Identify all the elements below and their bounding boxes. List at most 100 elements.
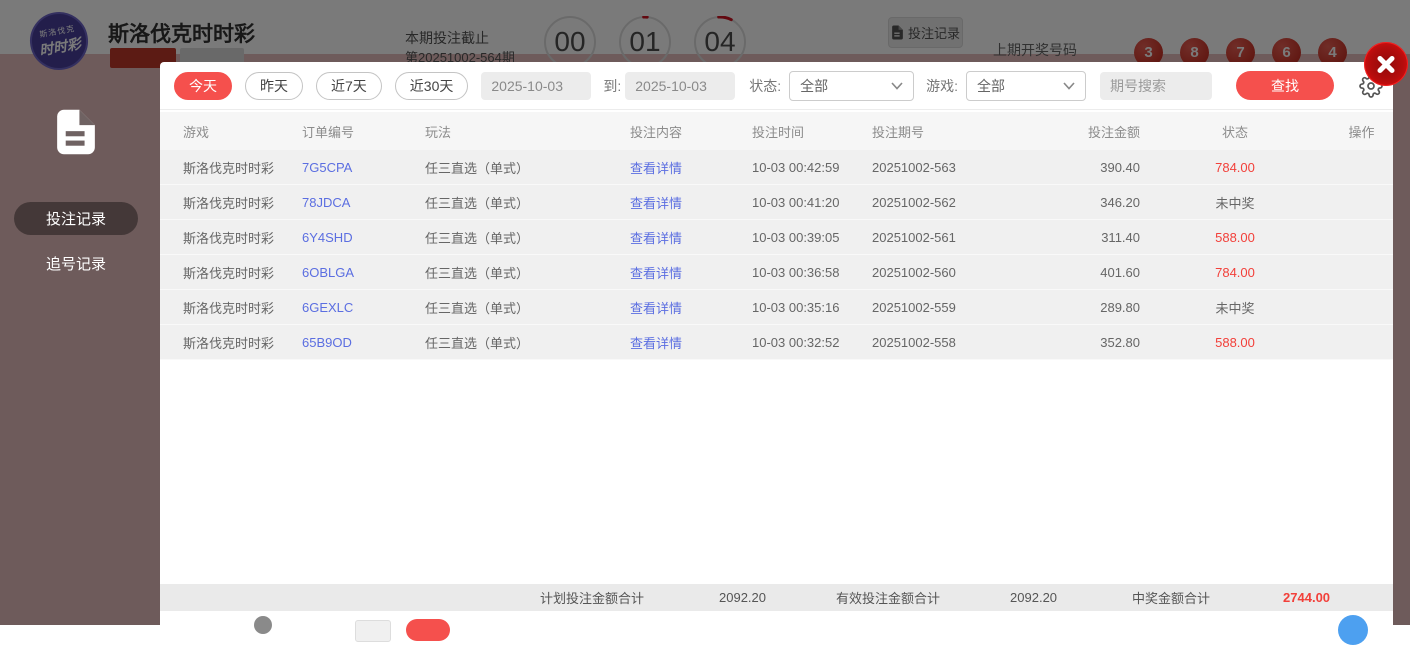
bet-issue-cell: 20251002-558 — [872, 334, 956, 350]
bet-amount-cell: 352.80 — [1100, 334, 1140, 350]
bet-issue-cell: 20251002-562 — [872, 194, 956, 210]
bet-issue-cell: 20251002-563 — [872, 159, 956, 175]
chevron-down-icon — [891, 81, 903, 90]
pagination-refresh-icon[interactable] — [254, 616, 272, 634]
table-row: 斯洛伐克时时彩 65B9OD 任三直选（单式） 查看详情 10-03 00:32:52 2… — [160, 325, 1393, 360]
close-icon[interactable] — [1364, 42, 1408, 86]
game-select-value: 全部 — [977, 77, 1006, 94]
bet-time-cell: 10-03 00:35:16 — [752, 299, 840, 315]
support-float-button[interactable] — [1338, 615, 1368, 645]
quick-date-filters: 今天 昨天 近7天 近30天 — [174, 71, 481, 100]
bet-time-cell: 10-03 00:36:58 — [752, 264, 840, 280]
bet-records-modal: 今天昨天近7天近30天 到: 状态: 全部 游戏: 全部 查找 游戏 订单编号 玩法… — [160, 62, 1393, 645]
column-header: 投注内容 — [630, 124, 683, 140]
filter-bar: 今天昨天近7天近30天 到: 状态: 全部 游戏: 全部 查找 — [160, 62, 1393, 110]
game-cell: 斯洛伐克时时彩 — [183, 230, 275, 246]
valid-total-label: 有效投注金额合计 — [836, 591, 941, 606]
play-type-cell: 任三直选（单式） — [425, 160, 530, 176]
bet-issue-cell: 20251002-561 — [872, 229, 956, 245]
view-detail-link[interactable]: 查看详情 — [630, 333, 752, 352]
chevron-down-icon — [1063, 81, 1075, 90]
view-detail-link[interactable]: 查看详情 — [630, 263, 752, 282]
play-type-cell: 任三直选（单式） — [425, 335, 530, 351]
search-button[interactable]: 查找 — [1236, 71, 1335, 100]
table-row: 斯洛伐克时时彩 78JDCA 任三直选（单式） 查看详情 10-03 00:41:20 2… — [160, 185, 1393, 220]
date-to-label: 到: — [603, 77, 622, 94]
play-type-cell: 任三直选（单式） — [425, 195, 530, 211]
bet-issue-cell: 20251002-560 — [872, 264, 956, 280]
win-total-value: 2744.00 — [1283, 590, 1331, 605]
status-cell: 784.00 — [1215, 264, 1255, 280]
table-row: 斯洛伐克时时彩 6GEXLC 任三直选（单式） 查看详情 10-03 00:35:16 2… — [160, 290, 1393, 325]
status-label: 状态: — [749, 77, 782, 94]
date-from-input[interactable] — [481, 71, 592, 100]
order-number-link[interactable]: 6OBLGA — [302, 265, 425, 280]
bet-amount-cell: 346.20 — [1100, 194, 1140, 210]
play-type-cell: 任三直选（单式） — [425, 265, 530, 281]
date-to-input[interactable] — [625, 71, 736, 100]
column-header: 游戏 — [183, 124, 210, 140]
table-row: 斯洛伐克时时彩 6OBLGA 任三直选（单式） 查看详情 10-03 00:36:58 2… — [160, 255, 1393, 290]
game-cell: 斯洛伐克时时彩 — [183, 195, 275, 211]
view-detail-link[interactable]: 查看详情 — [630, 193, 752, 212]
sidebar-item-bet-records[interactable]: 投注记录 — [14, 202, 138, 235]
play-type-cell: 任三直选（单式） — [425, 230, 530, 246]
game-cell: 斯洛伐克时时彩 — [183, 300, 275, 316]
plan-total-label: 计划投注金额合计 — [540, 591, 645, 606]
plan-total-value: 2092.20 — [719, 590, 767, 605]
view-detail-link[interactable]: 查看详情 — [630, 158, 752, 177]
quick-filter-today[interactable]: 今天 — [174, 71, 232, 100]
valid-total-value: 2092.20 — [1010, 590, 1058, 605]
game-select[interactable]: 全部 — [966, 70, 1087, 101]
issue-search-input[interactable] — [1100, 71, 1213, 100]
quick-filter-yesterday[interactable]: 昨天 — [245, 71, 303, 100]
order-number-link[interactable]: 6Y4SHD — [302, 230, 425, 245]
table-header-row: 游戏 订单编号 玩法 投注内容 投注时间 投注期号 投注金额 状态 操作 — [160, 112, 1393, 150]
quick-filter-7days[interactable]: 近7天 — [316, 71, 382, 100]
game-cell: 斯洛伐克时时彩 — [183, 265, 275, 281]
bet-time-cell: 10-03 00:41:20 — [752, 194, 840, 210]
column-header: 玩法 — [425, 124, 452, 140]
bet-amount-cell: 401.60 — [1100, 264, 1140, 280]
order-number-link[interactable]: 6GEXLC — [302, 300, 425, 315]
status-select[interactable]: 全部 — [789, 70, 915, 101]
column-header: 状态 — [1221, 124, 1248, 140]
win-total-label: 中奖金额合计 — [1132, 591, 1211, 606]
game-label: 游戏: — [926, 77, 959, 94]
table-body: 斯洛伐克时时彩 7G5CPA 任三直选（单式） 查看详情 10-03 00:42:59 2… — [160, 150, 1393, 360]
bet-amount-cell: 289.80 — [1100, 299, 1140, 315]
status-cell: 588.00 — [1215, 229, 1255, 245]
modal-sidebar: 投注记录 追号记录 — [0, 62, 160, 625]
sidebar-item-chase-records[interactable]: 追号记录 — [14, 247, 138, 280]
quick-filter-30days[interactable]: 近30天 — [394, 71, 469, 100]
column-header: 订单编号 — [302, 124, 355, 140]
records-document-icon — [57, 109, 95, 155]
view-detail-link[interactable]: 查看详情 — [630, 298, 752, 317]
bet-amount-cell: 390.40 — [1100, 159, 1140, 175]
bet-time-cell: 10-03 00:39:05 — [752, 229, 840, 245]
table-row: 斯洛伐克时时彩 7G5CPA 任三直选（单式） 查看详情 10-03 00:42:59 2… — [160, 150, 1393, 185]
pagination-page-input[interactable] — [355, 620, 391, 642]
game-cell: 斯洛伐克时时彩 — [183, 335, 275, 351]
order-number-link[interactable]: 7G5CPA — [302, 160, 425, 175]
bet-issue-cell: 20251002-559 — [872, 299, 956, 315]
status-select-value: 全部 — [800, 77, 829, 94]
bet-time-cell: 10-03 00:32:52 — [752, 334, 840, 350]
status-cell: 未中奖 — [1215, 195, 1255, 211]
bet-amount-cell: 311.40 — [1101, 229, 1140, 245]
play-type-cell: 任三直选（单式） — [425, 300, 530, 316]
order-number-link[interactable]: 78JDCA — [302, 195, 425, 210]
view-detail-link[interactable]: 查看详情 — [630, 228, 752, 247]
order-number-link[interactable]: 65B9OD — [302, 335, 425, 350]
table-row: 斯洛伐克时时彩 6Y4SHD 任三直选（单式） 查看详情 10-03 00:39:05 2… — [160, 220, 1393, 255]
pagination-go-button[interactable] — [406, 619, 450, 641]
game-cell: 斯洛伐克时时彩 — [183, 160, 275, 176]
bet-time-cell: 10-03 00:42:59 — [752, 159, 840, 175]
status-cell: 未中奖 — [1215, 300, 1255, 316]
column-header: 投注金额 — [1087, 124, 1140, 140]
column-header: 投注时间 — [752, 124, 805, 140]
column-header: 投注期号 — [872, 124, 925, 140]
status-cell: 784.00 — [1215, 159, 1255, 175]
summary-bar: 计划投注金额合计 2092.20 有效投注金额合计 2092.20 中奖金额合计… — [160, 584, 1393, 611]
bet-records-table: 游戏 订单编号 玩法 投注内容 投注时间 投注期号 投注金额 状态 操作 斯洛伐克时时彩 7G5C… — [160, 112, 1393, 360]
